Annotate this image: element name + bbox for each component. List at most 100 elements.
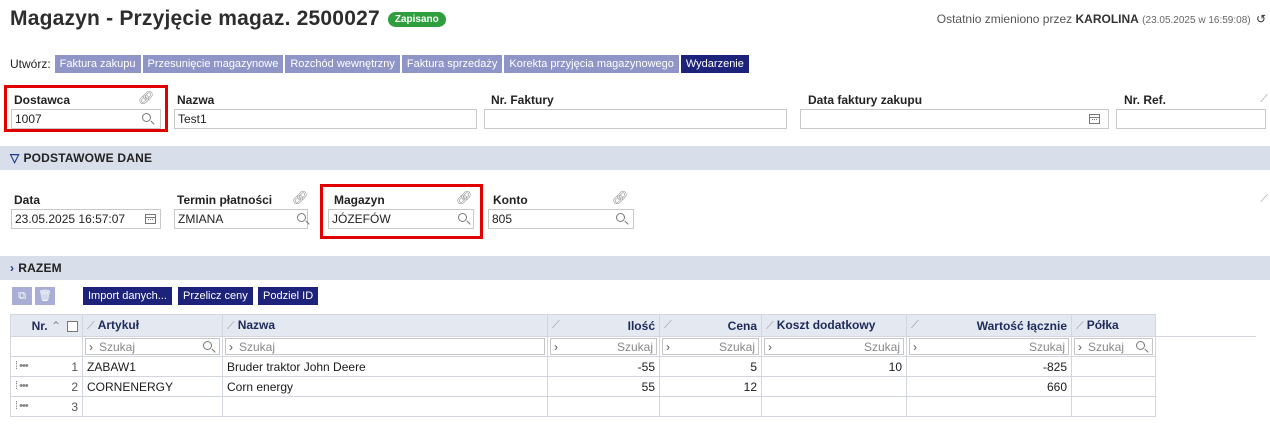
cell-qty[interactable]: -55 (547, 356, 660, 377)
pin-icon[interactable]: ⟋ (1260, 93, 1268, 106)
search-icon (203, 341, 212, 350)
last-changed-user[interactable]: KAROLINA (1076, 12, 1139, 26)
name-input[interactable]: Test1 (174, 109, 477, 129)
row-menu-icon[interactable]: ⁞ ••• (15, 380, 29, 392)
ref-no-input[interactable] (1116, 109, 1266, 129)
items-table: Nr. ⌃ ⟋ Artykuł ⟋ Nazwa ⟋ Ilość ⟋ Cena ⟋ Kosz… (10, 314, 1256, 417)
col-price-header[interactable]: ⟋ Cena (659, 314, 762, 337)
payment-term-link-icon[interactable]: 🔗︎ (292, 191, 309, 204)
extra-search-input[interactable]: › Szukaj (764, 338, 904, 355)
chevron-down-icon: ▽ (10, 151, 20, 165)
calendar-icon[interactable] (1089, 114, 1100, 124)
col-extra-cost-header[interactable]: ⟋ Koszt dodatkowy (761, 314, 907, 337)
cell-name[interactable]: Corn energy (222, 376, 548, 397)
create-event-button[interactable]: Wydarzenie (680, 55, 749, 73)
invoice-date-input[interactable] (800, 109, 1109, 129)
cell-total[interactable] (906, 396, 1072, 417)
cell-extra-cost[interactable]: 10 (761, 356, 907, 377)
article-search-input[interactable]: › Szukaj (85, 338, 220, 355)
copy-icon[interactable]: ⧉ (12, 287, 32, 305)
create-internal-issue-button[interactable]: Rozchód wewnętrzny (285, 55, 400, 73)
cell-price[interactable] (659, 396, 762, 417)
cell-name[interactable] (222, 396, 548, 417)
date-label: Data (14, 193, 41, 207)
create-toolbar: Utwórz: Faktura zakupu Przesunięcie maga… (10, 55, 751, 73)
table-row[interactable]: ⁞ ••• 1 ZABAW1 Bruder traktor John Deere … (10, 356, 1256, 377)
cell-shelf[interactable] (1071, 376, 1156, 397)
cell-shelf[interactable] (1071, 356, 1156, 377)
total-search-input[interactable]: › Szukaj (909, 338, 1069, 355)
row-menu-icon[interactable]: ⁞ ••• (15, 400, 29, 412)
table-header-row: Nr. ⌃ ⟋ Artykuł ⟋ Nazwa ⟋ Ilość ⟋ Cena ⟋ Kosz… (10, 314, 1256, 337)
payment-term-search-icon[interactable] (297, 213, 306, 222)
table-row[interactable]: ⁞ ••• 3 (10, 396, 1256, 417)
col-qty-header[interactable]: ⟋ Ilość (547, 314, 660, 337)
search-row: › Szukaj › Szukaj › Szukaj › Szukaj › Szukaj … (10, 336, 1256, 357)
create-stock-transfer-button[interactable]: Przesunięcie magazynowe (142, 55, 284, 73)
cell-price[interactable]: 5 (659, 356, 762, 377)
create-purchase-invoice-button[interactable]: Faktura zakupu (54, 55, 141, 73)
pin-icon-2[interactable]: ⟋ (1260, 193, 1268, 206)
cell-extra-cost[interactable] (761, 376, 907, 397)
import-data-button[interactable]: Import danych... (83, 287, 172, 305)
name-label: Nazwa (177, 93, 215, 107)
col-empty (1155, 314, 1256, 337)
account-link-icon[interactable]: 🔗︎ (612, 191, 629, 204)
cell-name[interactable]: Bruder traktor John Deere (222, 356, 548, 377)
section-totals[interactable]: › RAZEM (0, 256, 1270, 280)
create-label: Utwórz: (10, 57, 51, 71)
col-total-header[interactable]: ⟋ Wartość łącznie (906, 314, 1072, 337)
section-basic-data[interactable]: ▽ PODSTAWOWE DANE (0, 146, 1270, 170)
section-totals-title: RAZEM (18, 261, 62, 275)
date-calendar-icon[interactable] (145, 214, 156, 224)
cell-article[interactable] (82, 396, 223, 417)
cell-total[interactable]: -825 (906, 356, 1072, 377)
create-sales-invoice-button[interactable]: Faktura sprzedaży (401, 55, 503, 73)
status-badge: Zapisano (387, 11, 446, 27)
cell-extra-cost[interactable] (761, 396, 907, 417)
name-search-input[interactable]: › Szukaj (225, 338, 545, 355)
invoice-date-label: Data faktury zakupu (808, 93, 923, 107)
trash-icon[interactable]: 🗑︎ (35, 287, 55, 305)
col-shelf-header[interactable]: ⟋ Półka (1071, 314, 1156, 337)
recalc-prices-button[interactable]: Przelicz ceny (178, 287, 253, 305)
cell-article[interactable]: ZABAW1 (82, 356, 223, 377)
chevron-right-icon: › (10, 261, 15, 275)
payment-term-label: Termin płatności (177, 193, 273, 207)
date-input[interactable]: 23.05.2025 16:57:07 (11, 209, 161, 229)
row-menu-icon[interactable]: ⁞ ••• (15, 360, 29, 372)
cell-article[interactable]: CORNENERGY (82, 376, 223, 397)
cell-shelf[interactable] (1071, 396, 1156, 417)
last-changed-prefix: Ostatnio zmieniono przez (936, 12, 1073, 26)
shelf-search-input[interactable]: › Szukaj (1074, 338, 1153, 355)
highlight-warehouse (320, 184, 483, 239)
qty-search-input[interactable]: › Szukaj (550, 338, 657, 355)
section-basic-title: PODSTAWOWE DANE (23, 151, 153, 165)
invoice-no-label: Nr. Faktury (491, 93, 554, 107)
invoice-no-input[interactable] (484, 109, 787, 129)
col-name-header[interactable]: ⟋ Nazwa (222, 314, 548, 337)
ref-no-label: Nr. Ref. (1124, 93, 1167, 107)
title-bar: Magazyn - Przyjęcie magaz. 2500027 Zapis… (10, 4, 446, 34)
create-goods-receipt-correction-button[interactable]: Korekta przyjęcia magazynowego (504, 55, 679, 73)
split-id-button[interactable]: Podziel ID (258, 287, 319, 305)
highlight-supplier (4, 85, 168, 132)
cell-price[interactable]: 12 (659, 376, 762, 397)
col-article-header[interactable]: ⟋ Artykuł (82, 314, 223, 337)
last-changed-time: (23.05.2025 w 16:59:08) (1142, 15, 1251, 26)
price-search-input[interactable]: › Szukaj (662, 338, 759, 355)
account-input[interactable]: 805 (488, 209, 634, 229)
account-label: Konto (493, 193, 528, 207)
account-search-icon[interactable] (616, 213, 625, 222)
table-row[interactable]: ⁞ ••• 2 CORNENERGY Corn energy 55 12 660 (10, 376, 1256, 397)
history-icon[interactable]: ↺ (1256, 12, 1266, 26)
col-nr-header[interactable]: Nr. ⌃ (10, 314, 83, 337)
cell-qty[interactable]: 55 (547, 376, 660, 397)
cell-total[interactable]: 660 (906, 376, 1072, 397)
search-icon (1136, 341, 1145, 350)
select-all-checkbox[interactable] (67, 320, 78, 332)
search-cell-empty (10, 336, 83, 357)
last-changed-info: Ostatnio zmieniono przez KAROLINA (23.05… (937, 12, 1266, 26)
payment-term-input[interactable]: ZMIANA (174, 209, 308, 229)
cell-qty[interactable] (547, 396, 660, 417)
